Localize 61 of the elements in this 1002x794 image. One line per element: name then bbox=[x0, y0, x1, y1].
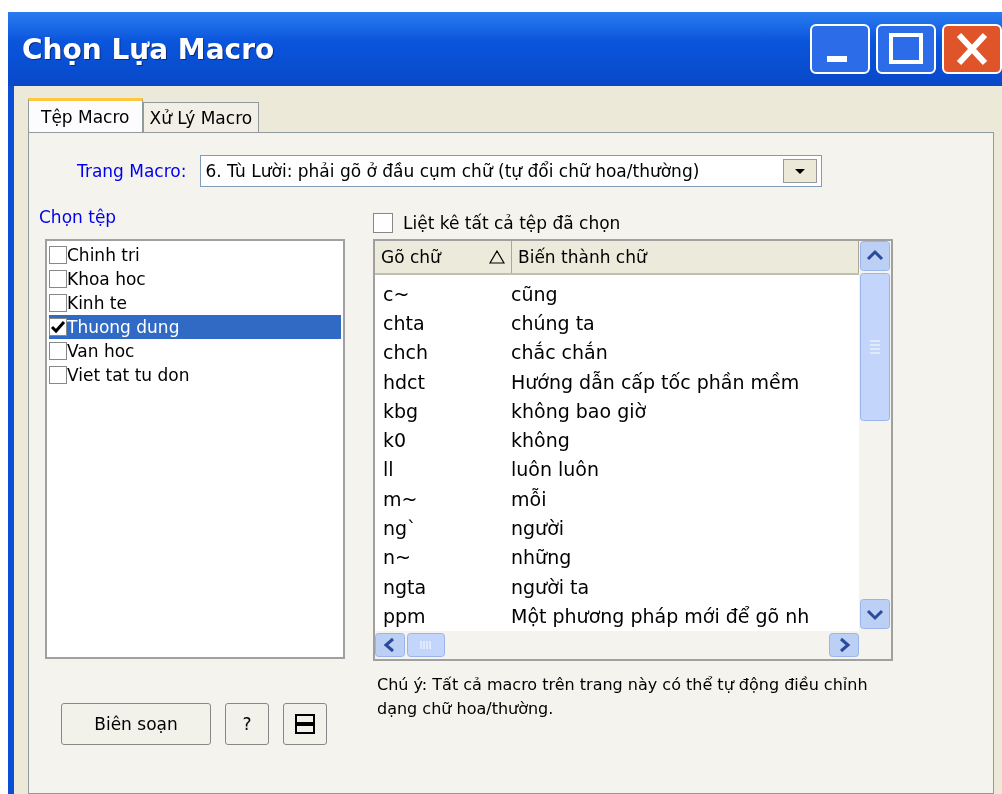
macro-page-dropdown[interactable]: 6. Tù Lười: phải gõ ở đầu cụm chữ (tự đổi chữ hoa/thường) bbox=[200, 155, 823, 187]
table-cell-text: m~ bbox=[382, 487, 419, 510]
table-cell: luôn luôn bbox=[511, 458, 599, 481]
vertical-scrollbar[interactable] bbox=[859, 241, 891, 659]
scroll-up-icon[interactable] bbox=[860, 241, 890, 271]
table-cell: những bbox=[511, 546, 572, 569]
column-header[interactable]: Gõ chữ bbox=[375, 241, 512, 273]
button[interactable]: Biên soạn bbox=[61, 703, 211, 745]
window-title: Chọn Lựa Macro bbox=[22, 32, 275, 66]
table-cell-text: ll bbox=[382, 458, 395, 481]
table-cell: chúng ta bbox=[511, 311, 595, 334]
checkbox-label: Liệt kê tất cả tệp đã chọn bbox=[403, 213, 621, 233]
table-cell: mỗi bbox=[511, 487, 547, 510]
checkbox[interactable] bbox=[49, 246, 67, 264]
file-list-item[interactable]: Thuong dung bbox=[49, 315, 341, 339]
checkbox[interactable] bbox=[49, 366, 67, 384]
checkbox[interactable] bbox=[373, 213, 393, 233]
table-cell-text: n~ bbox=[382, 546, 412, 569]
table-cell-text: ppm bbox=[382, 604, 427, 627]
maximize-button[interactable] bbox=[876, 24, 936, 74]
minimize-button[interactable] bbox=[810, 24, 870, 74]
table-cell: Hướng dẫn cấp tốc phần mềm bbox=[511, 370, 800, 393]
table-cell: Một phương pháp mới để gõ nh bbox=[511, 604, 810, 627]
table-cell-text: ng` bbox=[382, 517, 418, 539]
note-text: Chú ý: Tất cả macro trên trang này có thể tự động điều chỉnh dạng chữ hoa/thường. bbox=[377, 674, 869, 720]
checkbox[interactable] bbox=[49, 342, 67, 360]
scroll-thumb-icon[interactable] bbox=[860, 273, 890, 421]
scroll-down-icon[interactable] bbox=[860, 599, 890, 629]
table-cell-text: c~ bbox=[382, 282, 411, 305]
tab[interactable]: Xử Lý Macro bbox=[142, 102, 260, 132]
checkbox[interactable] bbox=[49, 294, 67, 312]
table-cell-text: hdct bbox=[382, 370, 426, 393]
table-cell: cũng bbox=[511, 282, 558, 305]
table-cell: không bbox=[511, 429, 570, 452]
scroll-right-icon[interactable] bbox=[829, 633, 859, 657]
file-list-item[interactable]: Viet tat tu don bbox=[49, 363, 341, 387]
table-cell-text: chta bbox=[382, 311, 426, 334]
section-label: Chọn tệp bbox=[39, 207, 118, 229]
file-list-item[interactable]: Van hoc bbox=[49, 339, 341, 363]
checkbox[interactable] bbox=[49, 270, 67, 288]
file-list-item[interactable]: Kinh te bbox=[49, 291, 341, 315]
field-label: Trang Macro: bbox=[77, 161, 187, 181]
table-cell: chắc chắn bbox=[511, 341, 608, 364]
table-cell-text: chch bbox=[382, 341, 429, 364]
table-cell: không bao giờ bbox=[511, 399, 647, 422]
file-list-item[interactable]: Khoa hoc bbox=[49, 267, 341, 291]
tab[interactable]: Tệp Macro bbox=[28, 98, 143, 132]
horizontal-scrollbar[interactable] bbox=[375, 631, 859, 659]
file-list-item[interactable]: Chinh tri bbox=[49, 243, 341, 267]
table-cell: người ta bbox=[511, 575, 590, 598]
button[interactable]: ? bbox=[225, 703, 269, 745]
scroll-thumb-icon[interactable] bbox=[407, 633, 445, 657]
table-cell: người bbox=[511, 517, 565, 539]
split-panes-icon bbox=[294, 713, 316, 735]
layout-button[interactable] bbox=[283, 703, 327, 745]
scroll-left-icon[interactable] bbox=[375, 633, 405, 657]
table-cell-text: k0 bbox=[382, 429, 408, 452]
table-cell-text: ngta bbox=[382, 575, 428, 598]
checkbox[interactable] bbox=[49, 318, 67, 336]
table-cell-text: kbg bbox=[382, 399, 420, 422]
close-button[interactable] bbox=[942, 24, 1002, 74]
